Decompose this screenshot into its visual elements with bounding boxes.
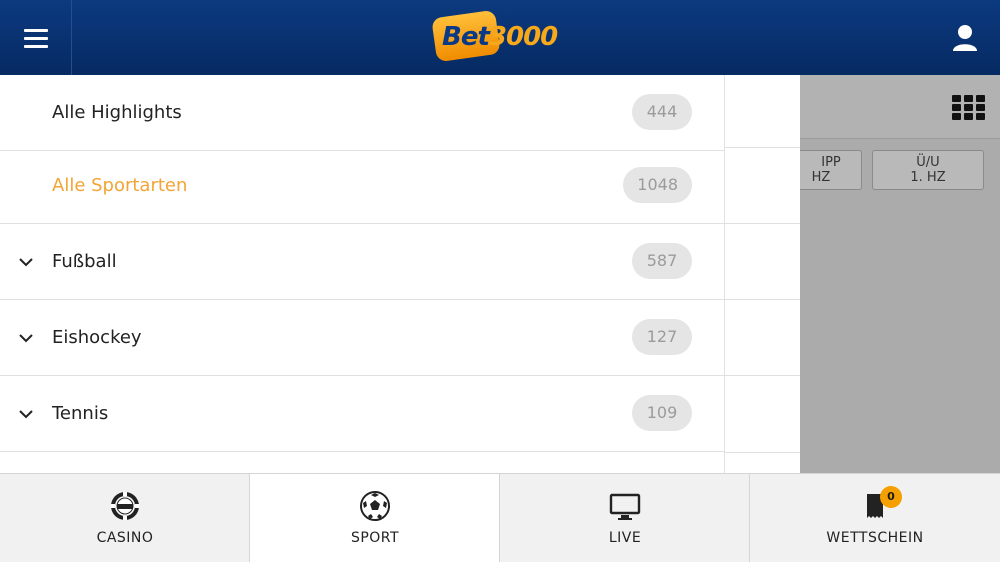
nav-wettschein[interactable]: 0 WETTSCHEIN [750,474,1000,562]
nav-casino[interactable]: CASINO [0,474,250,562]
drawer-item-alle-sportarten[interactable]: Alle Sportarten 1048 [0,148,724,224]
casino-chip-icon [111,492,139,520]
nav-sport[interactable]: SPORT [250,474,500,562]
bet-type-line1: Ü/U [916,155,940,170]
app-header: Bet3000 [0,0,1000,75]
nav-label: LIVE [608,530,642,546]
drawer-item-label: Eishockey [52,327,142,348]
menu-button[interactable] [0,0,72,75]
drawer-divider [724,75,725,473]
drawer-item-label: Fußball [52,251,117,272]
divider [725,375,800,376]
nav-label: WETTSCHEIN [826,530,924,546]
drawer-item-tennis[interactable]: Tennis 109 [0,376,724,452]
soccer-ball-icon [360,491,390,521]
count-badge: 1048 [623,167,692,203]
sports-drawer: Alle Highlights 444 Alle Sportarten 1048… [0,75,800,473]
bet-type-line2: 1. HZ [910,170,946,185]
grid-view-icon[interactable] [952,95,986,121]
drawer-item-alle-highlights[interactable]: Alle Highlights 444 [0,75,724,151]
drawer-item-fussball[interactable]: Fußball 587 [0,224,724,300]
bet-type-button-ou-hz[interactable]: Ü/U 1. HZ [872,150,984,190]
background-toolbar [800,75,1000,139]
monitor-icon [609,493,641,520]
nav-label: SPORT [350,530,400,546]
hamburger-menu-icon [23,28,48,48]
drawer-item-eishockey[interactable]: Eishockey 127 [0,300,724,376]
divider [725,147,800,148]
chevron-down-icon [19,258,33,267]
count-badge: 109 [632,395,692,431]
count-badge: 127 [632,319,692,355]
nav-label: CASINO [96,530,154,546]
user-icon [953,25,977,51]
chevron-down-icon [19,334,33,343]
drawer-item-label: Tennis [52,403,109,424]
divider [725,299,800,300]
bet3000-logo[interactable]: Bet3000 [431,9,572,66]
nav-live[interactable]: LIVE [500,474,750,562]
chevron-down-icon [19,410,33,419]
logo-text: Bet3000 [442,22,558,52]
count-badge: 444 [632,94,692,130]
bottom-navigation: CASINO SPORT LIVE 0 WETTSCHEIN [0,473,1000,562]
user-button[interactable] [952,24,978,52]
count-badge: 587 [632,243,692,279]
betslip-count-badge: 0 [880,486,902,508]
drawer-item-label: Alle Sportarten [52,175,188,196]
divider [725,452,800,453]
drawer-item-label: Alle Highlights [52,102,182,123]
divider [725,223,800,224]
